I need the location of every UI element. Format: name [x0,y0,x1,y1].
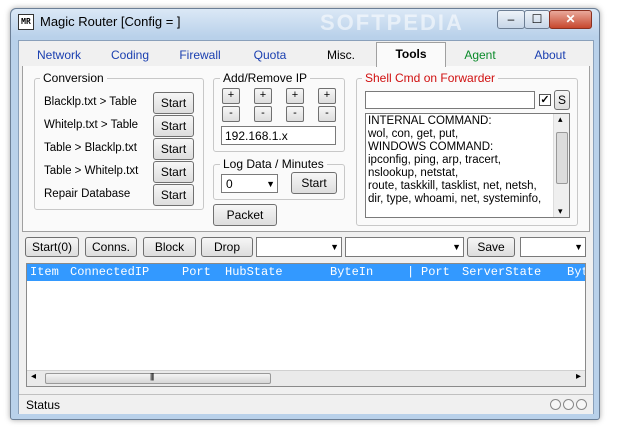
column-header-port[interactable]: Port [182,264,211,281]
column-header-byte-in[interactable]: ByteIn [330,264,373,281]
shell-option-checkbox[interactable]: ✓ [539,94,551,106]
watermark: SOFTPEDIA [320,10,464,35]
conversion-label: Table > Whitelp.txt [44,165,139,177]
status-text: Status [26,398,61,412]
maximize-button[interactable]: ☐ [524,10,550,29]
status-bar: Status [19,394,593,414]
column-header-server-port[interactable]: Port [421,264,450,281]
status-indicator-2-icon [563,399,574,410]
status-indicator-1-icon [550,399,561,410]
conversion-label: Repair Database [44,188,131,200]
table-to-whitelist-start-button[interactable]: Start [153,161,194,183]
status-indicator-3-icon [576,399,587,410]
block-button[interactable]: Block [143,237,196,257]
minimize-button[interactable]: – [497,10,525,29]
drop-button[interactable]: Drop [201,237,253,257]
ip-octet4-increase-button[interactable]: + [318,88,336,104]
filter-select-2[interactable]: ▼ [345,237,464,257]
column-header-item[interactable]: Item [30,264,59,281]
chevron-down-icon: ▼ [574,242,583,252]
scroll-thumb[interactable] [556,132,568,184]
table-to-blacklist-start-button[interactable]: Start [153,138,194,160]
start-connections-button[interactable]: Start(0) [25,237,79,257]
column-header-byte-out[interactable]: Byt [567,264,585,281]
tab-tools[interactable]: Tools [376,42,446,67]
shell-vertical-scrollbar[interactable]: ▴ ▾ [553,114,569,217]
scroll-left-icon[interactable]: ◂ [31,371,36,382]
chevron-down-icon: ▼ [266,179,275,189]
column-separator: | [407,265,415,279]
minimize-icon: – [507,12,515,26]
log-minutes-select[interactable]: 0 ▼ [221,174,278,193]
connections-grid[interactable] [26,263,586,387]
log-data-title: Log Data / Minutes [220,157,327,171]
chevron-down-icon: ▼ [452,242,461,252]
close-button[interactable]: ✕ [549,10,592,29]
shell-line: wol, con, get, put, [368,128,459,140]
grip-icon: ||| [150,372,154,381]
scroll-right-icon[interactable]: ▸ [576,371,581,382]
tab-misc[interactable]: Misc. [312,44,370,66]
save-button[interactable]: Save [467,237,515,257]
log-minutes-value: 0 [226,177,233,191]
shell-output-box[interactable]: INTERNAL COMMAND: wol, con, get, put, WI… [365,113,570,218]
filter-select-1[interactable]: ▼ [256,237,342,257]
ip-octet1-increase-button[interactable]: + [222,88,240,104]
repair-database-start-button[interactable]: Start [153,184,194,206]
log-data-start-button[interactable]: Start [291,172,337,194]
tab-about[interactable]: About [522,44,578,66]
conversion-title: Conversion [40,71,107,85]
shell-line: ipconfig, ping, arp, tracert, [368,154,501,166]
conns-button[interactable]: Conns. [85,237,137,257]
ip-octet4-decrease-button[interactable]: - [318,106,336,122]
close-icon: ✕ [565,12,576,26]
filter-select-3[interactable]: ▼ [520,237,586,257]
blacklist-to-table-start-button[interactable]: Start [153,92,194,114]
ip-octet3-decrease-button[interactable]: - [286,106,304,122]
shell-output-text: INTERNAL COMMAND: wol, con, get, put, WI… [368,115,541,206]
ip-octet1-decrease-button[interactable]: - [222,106,240,122]
column-header-server-state[interactable]: ServerState [462,264,541,281]
grid-scroll-thumb[interactable]: ||| [45,372,271,384]
tab-coding[interactable]: Coding [98,44,162,66]
conversion-label: Table > Blacklp.txt [44,142,138,154]
ip-address-input[interactable]: 192.168.1.x [221,126,336,145]
column-header-connected-ip[interactable]: ConnectedIP [70,264,149,281]
conversion-label: Blacklp.txt > Table [44,96,137,108]
shell-line: INTERNAL COMMAND: [368,115,492,127]
checkmark-icon: ✓ [540,94,550,106]
tab-firewall[interactable]: Firewall [168,44,232,66]
shell-cmd-title: Shell Cmd on Forwarder [362,71,499,85]
maximize-icon: ☐ [531,12,543,26]
add-remove-ip-title: Add/Remove IP [220,71,311,85]
scroll-down-icon[interactable]: ▾ [558,206,563,217]
ip-octet2-increase-button[interactable]: + [254,88,272,104]
window-title: Magic Router [Config = ] [40,14,181,29]
whitelist-to-table-start-button[interactable]: Start [153,115,194,137]
tab-quota[interactable]: Quota [240,44,300,66]
tab-agent[interactable]: Agent [452,44,508,66]
ip-octet3-increase-button[interactable]: + [286,88,304,104]
tab-network[interactable]: Network [26,44,92,66]
ip-octet2-decrease-button[interactable]: - [254,106,272,122]
chevron-down-icon: ▼ [330,242,339,252]
shell-line: WINDOWS COMMAND: [368,141,494,153]
app-icon: MR [18,14,34,30]
shell-line: nslookup, netstat, [368,167,459,179]
column-header-hub-state[interactable]: HubState [225,264,283,281]
grid-header: Item ConnectedIP Port HubState ByteIn | … [27,264,585,281]
shell-command-input[interactable] [365,91,535,109]
conversion-label: Whitelp.txt > Table [44,119,139,131]
shell-send-button[interactable]: S [554,90,570,110]
shell-line: dir, type, whoami, net, systeminfo, [368,193,542,205]
shell-line: route, taskkill, tasklist, net, netsh, [368,180,537,192]
scroll-up-icon[interactable]: ▴ [558,114,563,125]
packet-button[interactable]: Packet [213,204,277,226]
